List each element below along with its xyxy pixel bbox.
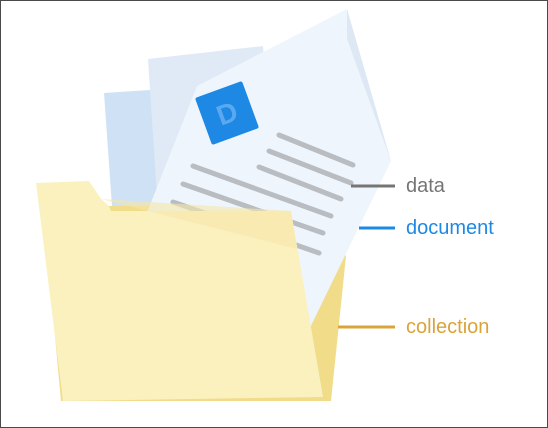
diagram-frame: D data document collection xyxy=(0,0,548,428)
label-data: data xyxy=(406,175,445,197)
label-collection: collection xyxy=(406,316,490,338)
folder-illustration: D xyxy=(36,9,395,401)
label-document: document xyxy=(406,217,494,239)
